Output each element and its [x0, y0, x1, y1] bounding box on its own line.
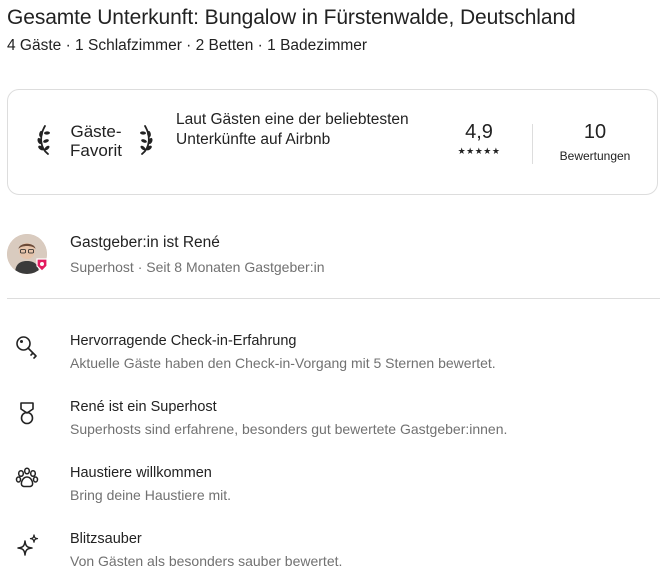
- feature-description: Von Gästen als besonders sauber bewertet…: [70, 553, 343, 569]
- feature-item-pets: Haustiere willkommen Bring deine Haustie…: [7, 465, 658, 509]
- star-rating-icon: ★★★★★: [457, 146, 501, 156]
- host-avatar[interactable]: [7, 234, 48, 274]
- sparkles-icon: [17, 534, 39, 556]
- feature-title: Hervorragende Check-in-Erfahrung: [70, 333, 297, 349]
- guest-favorite-badge: Gäste- Favorit: [36, 118, 154, 162]
- section-divider: [7, 298, 660, 299]
- guest-favorite-description: Laut Gästen eine der beliebtesten Unterk…: [176, 111, 409, 148]
- badge-line-1: Gäste-: [70, 122, 122, 141]
- host-subtitle: Superhost · Seit 8 Monaten Gastgeber:in: [70, 259, 325, 275]
- reviews-label: Bewertungen: [559, 149, 631, 163]
- feature-title: René ist ein Superhost: [70, 399, 217, 415]
- divider: [532, 124, 533, 164]
- reviews-link[interactable]: 10 Bewertungen: [546, 121, 644, 163]
- laurel-left-icon: [37, 125, 50, 155]
- rating-block[interactable]: 4,9 ★★★★★: [444, 121, 514, 157]
- superhost-badge-icon: [36, 258, 48, 272]
- feature-description: Superhosts sind erfahrene, besonders gut…: [70, 421, 508, 437]
- guest-favorite-card: Gäste- Favorit Laut Gästen eine der beli…: [7, 89, 658, 195]
- paw-icon: [15, 467, 39, 488]
- medal-icon: [20, 402, 34, 425]
- host-name[interactable]: Gastgeber:in ist René: [70, 234, 220, 252]
- key-icon: [16, 336, 37, 359]
- host-section: Gastgeber:in ist René Superhost · Seit 8…: [7, 232, 658, 282]
- listing-title: Gesamte Unterkunft: Bungalow in Fürstenw…: [7, 6, 576, 29]
- laurel-right-icon: [140, 125, 153, 155]
- feature-description: Bring deine Haustiere mit.: [70, 487, 232, 503]
- feature-description: Aktuelle Gäste haben den Check-in-Vorgan…: [70, 355, 496, 371]
- feature-item-checkin: Hervorragende Check-in-Erfahrung Aktuell…: [7, 333, 658, 377]
- feature-title: Blitzsauber: [70, 531, 142, 547]
- badge-line-2: Favorit: [70, 141, 122, 160]
- guest-favorite-label: Gäste- Favorit: [60, 122, 132, 160]
- rating-value: 4,9: [465, 121, 493, 143]
- reviews-count: 10: [583, 121, 607, 143]
- feature-title: Haustiere willkommen: [70, 465, 212, 481]
- feature-item-clean: Blitzsauber Von Gästen als besonders sau…: [7, 531, 658, 575]
- feature-item-superhost: René ist ein Superhost Superhosts sind e…: [7, 399, 658, 443]
- listing-summary: 4 Gäste · 1 Schlafzimmer · 2 Betten · 1 …: [7, 37, 368, 54]
